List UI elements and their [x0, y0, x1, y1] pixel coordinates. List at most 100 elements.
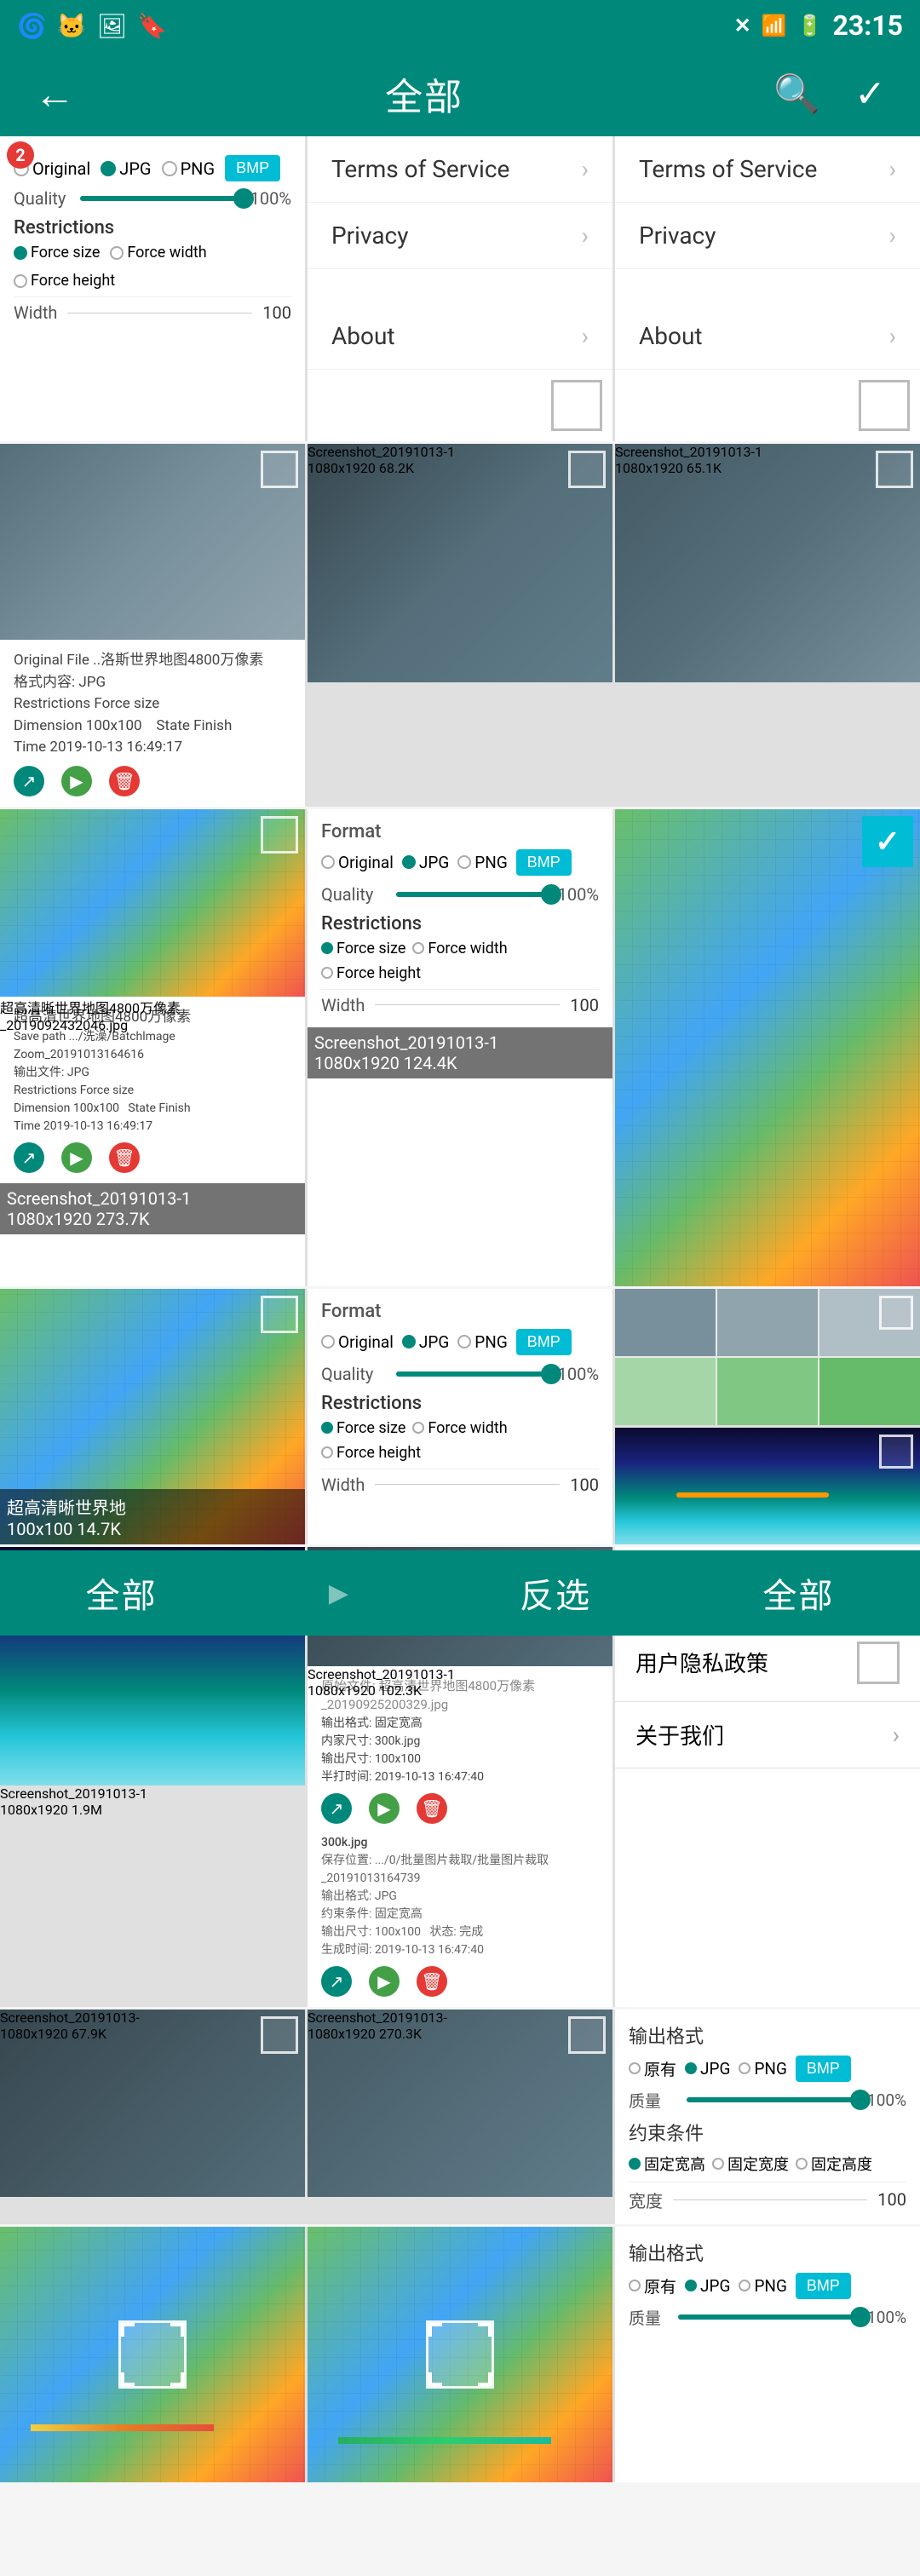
bookmark-icon: 🔖: [137, 12, 167, 40]
force-size-radio[interactable]: Force size: [14, 244, 100, 262]
delete-icon[interactable]: 🗑: [109, 766, 140, 796]
play-icon-3[interactable]: ▶: [369, 1793, 400, 1824]
png-radio-3[interactable]: PNG: [457, 1332, 507, 1352]
jpg-radio[interactable]: JPG: [101, 158, 151, 179]
confirm-button[interactable]: ✓: [854, 72, 886, 116]
cat-icon: 🐱: [57, 12, 87, 40]
checkbox-overlay[interactable]: [551, 380, 602, 431]
bmp-button-3[interactable]: BMP: [516, 1329, 572, 1355]
force-size-r3[interactable]: Force size: [321, 1419, 405, 1437]
search-button[interactable]: 🔍: [773, 72, 820, 116]
cn-force-size[interactable]: 固定宽高: [629, 2153, 705, 2175]
play-icon-4[interactable]: ▶: [369, 1966, 400, 1997]
image-item-2: Screenshot_20191013-1 1080x1920 68.2K: [308, 444, 612, 682]
checkbox-overlay[interactable]: [879, 1435, 913, 1469]
restrictions-label-2: Restrictions: [321, 913, 599, 934]
settings-panel-3: Format Original JPG PNG BMP Quality: [308, 1289, 612, 1544]
about-item-1[interactable]: About ›: [308, 303, 612, 370]
arrow-icon: ›: [889, 322, 896, 350]
force-width-r3[interactable]: Force width: [412, 1419, 507, 1437]
png-radio[interactable]: PNG: [162, 158, 216, 179]
cn-bmp-button[interactable]: BMP: [796, 2056, 851, 2082]
force-size-r2[interactable]: Force size: [321, 940, 405, 957]
image-world-bottom1: [0, 2227, 305, 2482]
triangle-icon: ▶: [329, 1578, 348, 1608]
jpg-radio-2[interactable]: JPG: [402, 853, 449, 872]
checkbox-overlay[interactable]: [261, 451, 298, 488]
force-width-r2[interactable]: Force width: [412, 940, 507, 957]
png-radio-2[interactable]: PNG: [457, 853, 507, 872]
image-world-big: 超高清晰世界地 100x100 14.7K: [0, 1289, 305, 1544]
checkbox-cn2[interactable]: [857, 1642, 900, 1684]
checkbox-overlay[interactable]: [859, 380, 910, 431]
cn-original-radio-2[interactable]: 原有: [629, 2274, 676, 2297]
width-value-3: 100: [570, 1475, 599, 1495]
cn-jpg-radio[interactable]: JPG: [685, 2059, 730, 2079]
main-content: 2 Original JPG PNG BMP: [0, 136, 920, 2576]
image-world-checked: 超高清晰世界地 100x100 14.7K ✓: [615, 809, 920, 1286]
cn-format-panel: 输出格式 原有 JPG PNG BMP 质量: [615, 2010, 920, 2224]
cn-privacy-item[interactable]: 用户隐私政策: [615, 1624, 920, 1702]
about-panel-1: Terms of Service › Privacy › About ›: [308, 136, 612, 441]
share-icon[interactable]: ↗: [14, 766, 44, 796]
privacy-item-1[interactable]: Privacy ›: [308, 203, 612, 269]
invert-button[interactable]: 反选: [520, 1568, 591, 1618]
play-icon[interactable]: ▶: [61, 1142, 92, 1173]
about-panel-2: Terms of Service › Privacy › About ›: [615, 136, 920, 441]
cn-png-radio[interactable]: PNG: [739, 2059, 786, 2079]
force-width-radio[interactable]: Force width: [110, 244, 206, 262]
info-item-world: 超高清晰世界地图4800万像素 _2019092432046.jpg 超高清世界…: [0, 809, 305, 1286]
format-panel-1: 2 Original JPG PNG BMP: [0, 136, 305, 441]
settings-panel-2: Format Original JPG PNG BMP: [308, 809, 612, 1286]
force-height-radio[interactable]: Force height: [14, 272, 115, 290]
original-radio-3[interactable]: Original: [321, 1332, 394, 1352]
battery-icon: 🔋: [797, 14, 823, 37]
delete-icon-4[interactable]: 🗑: [417, 1966, 447, 1997]
force-height-r3[interactable]: Force height: [321, 1444, 421, 1462]
select-all-button[interactable]: 全部: [762, 1568, 834, 1618]
checkbox-overlay[interactable]: [568, 451, 606, 488]
jpg-radio-3[interactable]: JPG: [402, 1332, 449, 1352]
delete-icon[interactable]: 🗑: [109, 1142, 140, 1173]
all-button[interactable]: 全部: [86, 1568, 158, 1618]
checkbox-checked[interactable]: ✓: [862, 816, 913, 867]
arrow-icon: ›: [889, 221, 896, 250]
cn-force-height[interactable]: 固定高度: [796, 2153, 872, 2175]
delete-icon-3[interactable]: 🗑: [417, 1793, 447, 1824]
cn-about-item[interactable]: 关于我们 ›: [615, 1702, 920, 1768]
image-10: Screenshot_20191013- 1080x1920 270.3K: [308, 2010, 612, 2197]
arrow-icon: ›: [889, 155, 896, 183]
checkbox-overlay[interactable]: [261, 1296, 298, 1333]
share-icon-4[interactable]: ↗: [321, 1966, 352, 1997]
terms-item-2[interactable]: Terms of Service ›: [615, 136, 920, 203]
cn-jpg-radio-2[interactable]: JPG: [685, 2276, 730, 2296]
bmp-button-2[interactable]: BMP: [516, 849, 572, 876]
share-icon[interactable]: ↗: [14, 1142, 44, 1173]
original-radio-2[interactable]: Original: [321, 853, 394, 872]
cn-force-width[interactable]: 固定宽度: [712, 2153, 789, 2175]
cn-bmp-button-2[interactable]: BMP: [796, 2273, 851, 2299]
force-height-r2[interactable]: Force height: [321, 964, 421, 982]
cn-original-radio[interactable]: 原有: [629, 2057, 676, 2080]
info-panel-1: Original File ..洛斯世界地图4800万像素 格式内容: JPG …: [0, 640, 305, 807]
play-icon[interactable]: ▶: [61, 766, 92, 796]
cn-png-radio-2[interactable]: PNG: [739, 2276, 786, 2296]
status-right-info: ✕ 📶 🔋 23:15: [734, 9, 903, 42]
top-bar-actions: 🔍 ✓: [773, 72, 886, 116]
about-item-2[interactable]: About ›: [615, 303, 920, 370]
share-icon-3[interactable]: ↗: [321, 1793, 352, 1824]
bottom-navigation: 全部 ▶ 反选 全部: [0, 1550, 920, 1636]
checkbox-overlay[interactable]: [261, 2016, 298, 2054]
checkbox-overlay[interactable]: [568, 2016, 606, 2054]
privacy-item-2[interactable]: Privacy ›: [615, 203, 920, 269]
back-button[interactable]: ←: [34, 70, 75, 118]
photo-icon: 🖼: [97, 12, 128, 40]
checkbox-overlay[interactable]: [879, 1296, 913, 1330]
terms-item-1[interactable]: Terms of Service ›: [308, 136, 612, 203]
card-label-2b: Screenshot_20191013-1 1080x1920 124.4K: [308, 1027, 612, 1078]
cn-restrictions-label: 约束条件: [629, 2119, 906, 2146]
checkbox-overlay[interactable]: [261, 816, 298, 854]
checkbox-overlay[interactable]: [876, 451, 913, 488]
bmp-button[interactable]: BMP: [225, 155, 280, 181]
image-item-3: Screenshot_20191013-1 1080x1920 65.1K: [615, 444, 920, 682]
